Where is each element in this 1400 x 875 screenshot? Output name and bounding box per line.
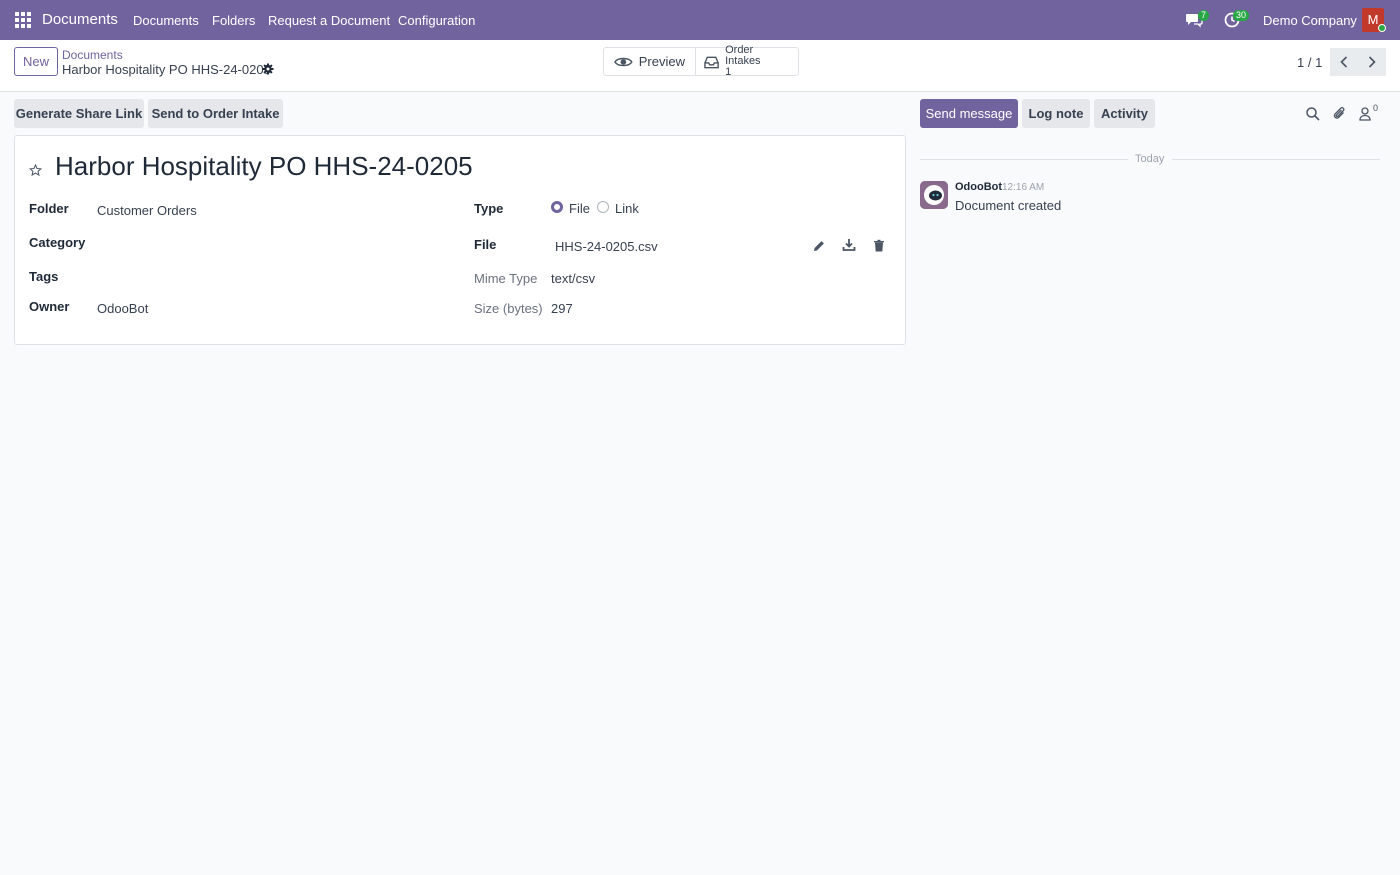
messages-badge: 7 <box>1198 10 1210 21</box>
separator-line <box>1172 159 1380 160</box>
favorite-star-icon[interactable] <box>29 164 42 177</box>
eye-icon <box>614 57 633 66</box>
chevron-left-icon <box>1340 56 1348 68</box>
owner-field[interactable]: OdooBot <box>97 301 148 316</box>
separator-line <box>920 159 1128 160</box>
order-intakes-button[interactable]: Order Intakes 1 <box>695 44 798 78</box>
robot-face-icon <box>920 181 948 209</box>
type-radio-link[interactable] <box>597 201 609 213</box>
menu-request-document[interactable]: Request a Document <box>268 13 390 28</box>
pager-value[interactable]: 1 / 1 <box>1297 55 1322 70</box>
company-switcher[interactable]: Demo Company <box>1263 13 1357 28</box>
activities-badge: 30 <box>1233 10 1250 21</box>
inbox-icon <box>704 56 719 68</box>
smart-buttons: Preview Order Intakes 1 <box>603 44 799 78</box>
size-label: Size (bytes) <box>474 301 543 316</box>
menu-folders[interactable]: Folders <box>212 13 255 28</box>
breadcrumb-current: Harbor Hospitality PO HHS-24-0205 <box>62 62 271 77</box>
app-brand[interactable]: Documents <box>42 11 118 28</box>
type-label: Type <box>474 201 504 216</box>
odoobot-avatar <box>920 181 948 209</box>
date-separator: Today <box>1135 153 1165 165</box>
pager-next-button[interactable] <box>1358 48 1386 76</box>
pager-previous-button[interactable] <box>1330 48 1358 76</box>
type-radio-file[interactable] <box>551 201 563 213</box>
top-navbar: Documents Documents Folders Request a Do… <box>0 0 1400 40</box>
preview-button[interactable]: Preview <box>604 48 695 75</box>
pencil-icon[interactable] <box>812 239 826 253</box>
message-timestamp: 12:16 AM <box>1002 182 1045 193</box>
tags-label: Tags <box>29 269 59 284</box>
file-label: File <box>474 237 497 252</box>
owner-label: Owner <box>29 299 70 314</box>
send-message-button[interactable]: Send message <box>920 99 1018 128</box>
gear-icon[interactable] <box>262 63 274 75</box>
document-title[interactable]: Harbor Hospitality PO HHS-24-0205 <box>55 151 473 182</box>
online-status-dot <box>1378 24 1386 32</box>
paperclip-icon[interactable] <box>1332 106 1348 122</box>
log-note-button[interactable]: Log note <box>1022 99 1090 128</box>
download-icon[interactable] <box>842 238 856 252</box>
control-panel: New Documents Harbor Hospitality PO HHS-… <box>0 40 1400 92</box>
order-intakes-label: Order Intakes <box>725 44 761 67</box>
preview-label: Preview <box>638 54 685 69</box>
form-sheet: Harbor Hospitality PO HHS-24-0205 Folder… <box>14 135 906 345</box>
followers-icon[interactable] <box>1358 106 1374 122</box>
type-option-file[interactable]: File <box>569 201 590 216</box>
menu-documents[interactable]: Documents <box>133 13 199 28</box>
send-to-order-intake-button[interactable]: Send to Order Intake <box>148 99 283 128</box>
mime-type-field[interactable]: text/csv <box>551 271 595 286</box>
mime-type-label: Mime Type <box>474 271 538 286</box>
message-author[interactable]: OdooBot <box>955 181 1002 193</box>
followers-count: 0 <box>1373 103 1379 113</box>
folder-field[interactable]: Customer Orders <box>97 203 197 218</box>
tags-field[interactable] <box>97 269 457 287</box>
apps-menu-icon[interactable] <box>15 12 31 28</box>
activity-button[interactable]: Activity <box>1094 99 1155 128</box>
message-body: Document created <box>955 198 1062 213</box>
search-icon[interactable] <box>1305 106 1321 122</box>
file-field[interactable]: HHS-24-0205.csv <box>555 239 658 254</box>
type-option-link[interactable]: Link <box>615 201 639 216</box>
folder-label: Folder <box>29 201 69 216</box>
generate-share-link-button[interactable]: Generate Share Link <box>14 99 144 128</box>
chevron-right-icon <box>1368 56 1376 68</box>
new-button[interactable]: New <box>14 47 58 76</box>
order-intakes-count: 1 <box>725 66 732 78</box>
trash-icon[interactable] <box>872 239 886 253</box>
menu-configuration[interactable]: Configuration <box>398 13 475 28</box>
size-field: 297 <box>551 301 573 316</box>
category-label: Category <box>29 235 86 250</box>
category-field[interactable] <box>97 235 457 253</box>
breadcrumb-parent[interactable]: Documents <box>62 48 123 62</box>
